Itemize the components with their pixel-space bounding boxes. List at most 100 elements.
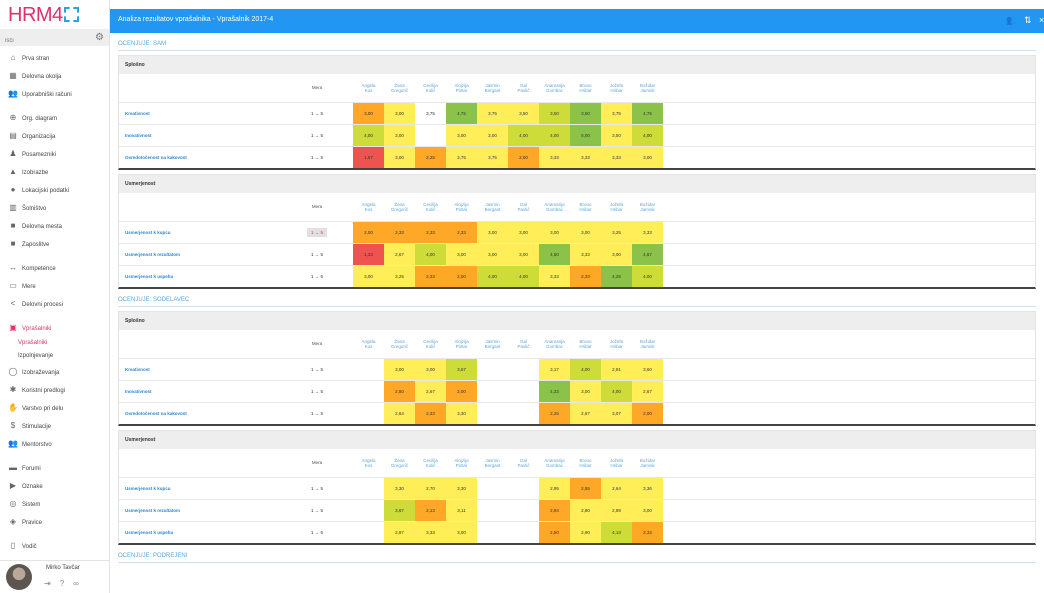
person-header[interactable]: Bruno Hribar <box>570 74 601 102</box>
person-header[interactable]: Bruno Hribar <box>570 193 601 221</box>
sidebar-item-stimulacije[interactable]: $ Stimulacije <box>0 417 109 435</box>
row-label[interactable]: Kreativnost <box>119 357 289 380</box>
score-cell: 3,00 <box>477 220 508 243</box>
row-label[interactable]: Osredotočenost na kakovost <box>119 401 289 424</box>
person-header[interactable]: Jožefa Hribar <box>601 449 632 477</box>
person-header[interactable]: Jasmin Bergant <box>477 449 508 477</box>
logout-icon[interactable]: ⇥ <box>44 579 60 588</box>
guide-icon: ▯ <box>10 541 16 550</box>
sidebar-item-varstvo-pri-delu[interactable]: ✋ Varstvo pri delu <box>0 399 109 417</box>
empty-header <box>119 193 289 221</box>
person-header[interactable]: Alojzija Pintar <box>446 193 477 221</box>
person-header[interactable]: Jožefa Hribar <box>601 330 632 358</box>
close-icon[interactable]: × <box>1039 15 1044 25</box>
hierarchy-icon[interactable]: ⇅ <box>1024 15 1032 26</box>
score-cell <box>508 520 539 543</box>
person-header[interactable]: Bruno Hribar <box>570 330 601 358</box>
person-header[interactable]: Gal Pavlič <box>508 330 539 358</box>
sidebar-item-delovna-mesta[interactable]: ■ Delovna mesta <box>0 217 109 235</box>
person-header[interactable]: Božidar Jamnik <box>632 74 663 102</box>
link-icon[interactable]: ∞ <box>73 579 88 588</box>
person-header[interactable]: Alojzija Pintar <box>446 330 477 358</box>
sidebar-item-šolništvo[interactable]: ▥ Šolništvo <box>0 199 109 217</box>
training-icon: ◯ <box>8 367 18 376</box>
person-header[interactable]: Angela Kos <box>353 193 384 221</box>
sidebar-item-forumi[interactable]: ▬ Forumi <box>0 459 109 477</box>
score-cell: 4,00 <box>353 123 384 146</box>
person-header[interactable]: Žana Gregorič <box>384 74 415 102</box>
person-header[interactable]: Cecilija Količ <box>415 330 446 358</box>
person-header[interactable]: Božidar Jamnik <box>632 193 663 221</box>
person-header[interactable]: Jožefa Hribar <box>601 193 632 221</box>
person-header[interactable]: Anamarija Gombac <box>539 449 570 477</box>
row-label[interactable]: Usmerjenost k uspehu <box>119 264 289 287</box>
person-header[interactable]: Gal Pavlič <box>508 449 539 477</box>
sidebar-item-lokacijski-podatki[interactable]: ● Lokacijski podatki <box>0 181 109 199</box>
person-header[interactable]: Anamarija Gombac <box>539 193 570 221</box>
sidebar-item-oznake[interactable]: ▶ Oznake <box>0 477 109 495</box>
person-header[interactable]: Žana Gregorič <box>384 330 415 358</box>
person-header[interactable]: Angela Kos <box>353 449 384 477</box>
sidebar-item-izobraževanja[interactable]: ◯ Izobraževanja <box>0 363 109 381</box>
sidebar-item-kompetence[interactable]: ↔ Kompetence <box>0 259 109 277</box>
sidebar-item-izobrazbe[interactable]: ▲ Izobrazbe <box>0 163 109 181</box>
person-header[interactable]: Bruno Hribar <box>570 449 601 477</box>
person-header[interactable]: Anamarija Gombac <box>539 74 570 102</box>
score-cell: 3,00 <box>384 357 415 380</box>
person-header[interactable]: Jasmin Bergant <box>477 74 508 102</box>
person-header[interactable]: Anamarija Gombac <box>539 330 570 358</box>
row-label[interactable]: Usmerjenost k kupcu <box>119 476 289 499</box>
row-label[interactable]: Inovativnost <box>119 123 289 146</box>
sidebar-item-prva-stran[interactable]: ⌂ Prva stran <box>0 49 109 67</box>
sidebar-item-delovni-procesi[interactable]: < Delovni procesi <box>0 295 109 313</box>
sidebar-item-vodič[interactable]: ▯ Vodič <box>0 537 109 555</box>
sidebar-item-pravice[interactable]: ◈ Pravice <box>0 513 109 531</box>
sidebar-item-zaposlitve[interactable]: ■ Zaposlitve <box>0 235 109 253</box>
person-header[interactable]: Jožefa Hribar <box>601 74 632 102</box>
sidebar-item-organizacija[interactable]: ▤ Organizacija <box>0 127 109 145</box>
people-icon[interactable]: 👥 <box>1006 15 1017 26</box>
sidebar-item-mere[interactable]: ▭ Mere <box>0 277 109 295</box>
row-label[interactable]: Usmerjenost k uspehu <box>119 520 289 543</box>
search-input[interactable] <box>0 32 80 50</box>
sidebar-item-vprašalniki[interactable]: ▣ Vprašalniki <box>0 319 109 337</box>
sidebar-item-org-diagram[interactable]: ⊕ Org. diagram <box>0 109 109 127</box>
row-label[interactable]: Usmerjenost k kupcu <box>119 220 289 243</box>
gear-icon[interactable]: ⚙ <box>95 32 104 43</box>
help-icon[interactable]: ? <box>60 579 73 588</box>
sidebar-item-izpolnjevanje[interactable]: Izpolnjevanje <box>0 350 109 363</box>
score-cell: 2,67 <box>570 401 601 424</box>
mera-range: 1 → 5 <box>289 476 345 499</box>
person-header[interactable]: Jasmin Bergant <box>477 193 508 221</box>
person-header[interactable]: Gal Pavlič <box>508 74 539 102</box>
row-label[interactable]: Usmerjenost k rezultatom <box>119 498 289 521</box>
sidebar-item-koristni-predlogi[interactable]: ✱ Koristni predlogi <box>0 381 109 399</box>
sidebar-item-uporabniški-računi[interactable]: 👥 Uporabniški računi <box>0 85 109 103</box>
person-header[interactable]: Alojzija Pintar <box>446 74 477 102</box>
sidebar-item-mentorstvo[interactable]: 👥 Mentorstvo <box>0 435 109 453</box>
filler-cell <box>663 401 1035 424</box>
filler-cell <box>663 264 1035 287</box>
person-header[interactable]: Angela Kos <box>353 330 384 358</box>
person-header[interactable]: Cecilija Količ <box>415 449 446 477</box>
hrm4-logo[interactable]: HRM4 <box>0 0 109 26</box>
person-header[interactable]: Jasmin Bergant <box>477 330 508 358</box>
person-header[interactable]: Cecilija Količ <box>415 193 446 221</box>
sidebar-item-delovna-okolja[interactable]: ▦ Delovna okolja <box>0 67 109 85</box>
person-header[interactable]: Gal Pavlič <box>508 193 539 221</box>
row-label[interactable]: Usmerjenost k rezultatom <box>119 242 289 265</box>
sidebar-item-sistem[interactable]: ◎ Sistem <box>0 495 109 513</box>
row-label[interactable]: Kreativnost <box>119 101 289 124</box>
person-header[interactable]: Angela Kos <box>353 74 384 102</box>
sidebar-item-posamezniki[interactable]: ♟ Posamezniki <box>0 145 109 163</box>
avatar[interactable] <box>6 564 32 590</box>
person-header[interactable]: Božidar Jamnik <box>632 330 663 358</box>
person-header[interactable]: Alojzija Pintar <box>446 449 477 477</box>
person-header[interactable]: Žana Gregorič <box>384 193 415 221</box>
person-header[interactable]: Božidar Jamnik <box>632 449 663 477</box>
sidebar-item-vprašalniki[interactable]: Vprašalniki <box>0 337 109 350</box>
row-label[interactable]: Osredotočenost na kakovost <box>119 145 289 168</box>
person-header[interactable]: Žana Gregorič <box>384 449 415 477</box>
person-header[interactable]: Cecilija Količ <box>415 74 446 102</box>
row-label[interactable]: Inovativnost <box>119 379 289 402</box>
